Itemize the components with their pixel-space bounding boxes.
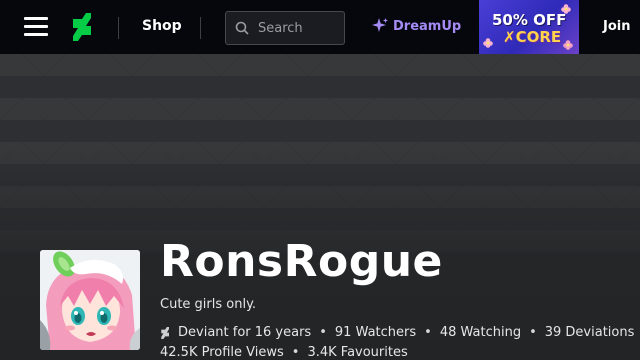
deviantart-logo-icon[interactable] (70, 13, 98, 41)
profile-views: 42.5K Profile Views (160, 345, 284, 360)
avatar-illustration (40, 250, 140, 350)
separator: • (319, 325, 327, 340)
profile-stats-row-2: 42.5K Profile Views • 3.4K Favourites (160, 345, 408, 360)
shop-link[interactable]: Shop (142, 18, 182, 34)
divider (118, 17, 119, 39)
promo-core-text: ✗CORE (503, 28, 561, 46)
deviant-since: Deviant for 16 years (178, 325, 312, 340)
sparkle-icon (372, 18, 388, 32)
deviations-link[interactable]: 39 Deviations (545, 325, 635, 340)
hamburger-menu-icon[interactable] (24, 17, 48, 37)
profile-stats-row: Deviant for 16 years • 91 Watchers • 48 … (160, 325, 634, 340)
join-button[interactable]: Join (603, 19, 630, 34)
core-promo-banner[interactable]: 50% OFF ✗CORE (479, 0, 579, 54)
profile-username: RonsRogue (160, 236, 443, 287)
favourites-link[interactable]: 3.4K Favourites (307, 345, 407, 360)
flower-icon (563, 40, 573, 50)
top-navigation-bar: Shop DreamUp 50% OFF (0, 0, 640, 54)
promo-discount-text: 50% OFF (492, 11, 567, 29)
separator: • (529, 325, 537, 340)
dreamup-label: DreamUp (393, 18, 462, 34)
search-input[interactable] (258, 18, 340, 38)
watchers-link[interactable]: 91 Watchers (335, 325, 416, 340)
core-mark: ✗ (503, 28, 516, 46)
divider (200, 17, 201, 39)
separator: • (424, 325, 432, 340)
profile-tagline: Cute girls only. (160, 297, 257, 312)
deviantart-logo-icon (161, 326, 169, 339)
search-box[interactable] (225, 11, 345, 45)
avatar[interactable] (40, 250, 140, 350)
flower-icon (483, 38, 493, 48)
watching-link[interactable]: 48 Watching (440, 325, 521, 340)
search-icon (235, 21, 249, 35)
core-label: CORE (515, 28, 562, 46)
separator: • (291, 345, 300, 360)
dreamup-link[interactable]: DreamUp (371, 17, 461, 35)
